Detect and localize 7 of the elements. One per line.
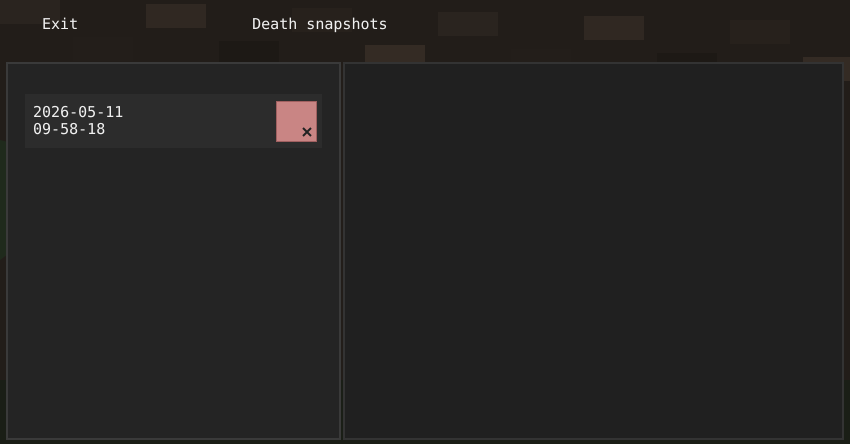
delete-button[interactable] xyxy=(276,100,317,142)
snapshot-item[interactable]: 2026-05-11 09-58-18 xyxy=(25,94,322,148)
exit-button[interactable]: Exit xyxy=(42,13,78,36)
snapshot-time: 09-58-18 xyxy=(33,121,106,138)
close-icon xyxy=(302,126,312,136)
snapshot-date: 2026-05-11 xyxy=(33,104,124,121)
screen-title: Death snapshots xyxy=(252,14,388,35)
